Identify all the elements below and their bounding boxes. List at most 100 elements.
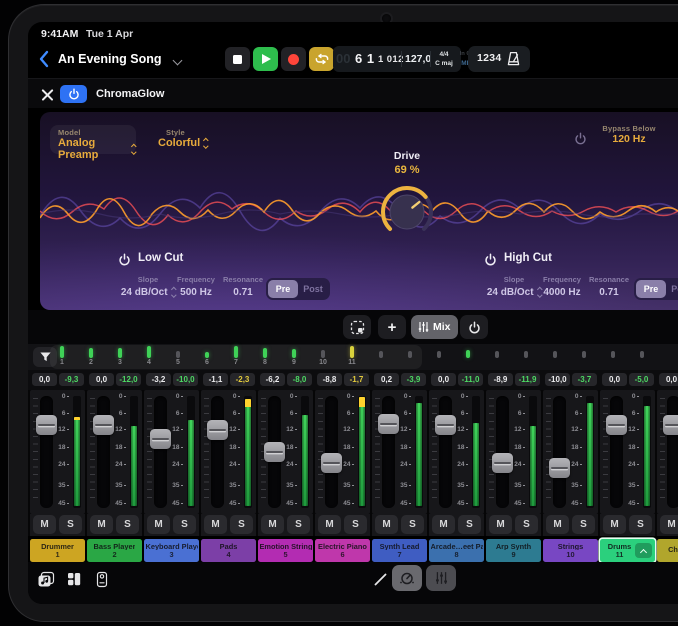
volume-readout[interactable]: -6,2	[260, 373, 285, 386]
fader-handle[interactable]	[264, 442, 285, 462]
marquee-button[interactable]	[343, 315, 371, 339]
volume-readout[interactable]: 0,0	[602, 373, 627, 386]
peak-readout[interactable]: -3,9	[401, 373, 426, 386]
count-in-button[interactable]: 1234	[477, 52, 502, 64]
controls-view-button[interactable]	[392, 565, 422, 591]
lcd-display[interactable]: 00 6 1 1 012 127,0 4/4 C maj In Out MIDI	[333, 46, 461, 72]
peak-readout[interactable]: -5,0	[629, 373, 654, 386]
record-button[interactable]	[281, 47, 306, 71]
mute-button[interactable]: M	[432, 515, 455, 534]
high-cut-resonance[interactable]: Resonance 0.71	[581, 275, 637, 298]
pre-button[interactable]: Pre	[636, 280, 666, 298]
track-label[interactable]: Electric Piano6	[315, 539, 370, 562]
pencil-button[interactable]	[368, 567, 392, 591]
solo-button[interactable]: S	[515, 515, 538, 534]
volume-readout[interactable]: -8,9	[488, 373, 513, 386]
track-label[interactable]: Arp Synth9	[486, 539, 541, 562]
solo-button[interactable]: S	[287, 515, 310, 534]
solo-button[interactable]: S	[59, 515, 82, 534]
solo-button[interactable]: S	[116, 515, 139, 534]
peak-readout[interactable]: -12,0	[116, 373, 141, 386]
track-label[interactable]: Synth Lead7	[372, 539, 427, 562]
fader-handle[interactable]	[549, 458, 570, 478]
mute-button[interactable]: M	[375, 515, 398, 534]
fader-handle[interactable]	[492, 453, 513, 473]
peak-readout[interactable]: -10,0	[173, 373, 198, 386]
cycle-button[interactable]	[309, 47, 334, 71]
track-label[interactable]: Drummer1	[30, 539, 85, 562]
style-selector[interactable]: Style Colorful	[152, 125, 222, 154]
peak-readout[interactable]: -1,7	[344, 373, 369, 386]
solo-button[interactable]: S	[458, 515, 481, 534]
metronome-icon[interactable]	[506, 51, 521, 67]
drive-knob[interactable]	[379, 184, 435, 240]
track-label[interactable]: Chorus V	[657, 539, 678, 562]
bypass-power-button[interactable]	[574, 132, 587, 150]
peak-readout[interactable]: -8,0	[287, 373, 312, 386]
volume-readout[interactable]: 0,2	[374, 373, 399, 386]
solo-button[interactable]: S	[401, 515, 424, 534]
solo-button[interactable]: S	[173, 515, 196, 534]
solo-button[interactable]: S	[344, 515, 367, 534]
mute-button[interactable]: M	[603, 515, 626, 534]
track-label[interactable]: Drums11	[600, 539, 655, 562]
fader-handle[interactable]	[207, 420, 228, 440]
mute-button[interactable]: M	[33, 515, 56, 534]
pre-button[interactable]: Pre	[268, 280, 298, 298]
track-label[interactable]: Emotion Strings5	[258, 539, 313, 562]
track-label[interactable]: Strings10	[543, 539, 598, 562]
fader-handle[interactable]	[663, 415, 678, 435]
volume-readout[interactable]: 0,0	[89, 373, 114, 386]
mute-button[interactable]: M	[261, 515, 284, 534]
song-title[interactable]: An Evening Song	[58, 52, 161, 66]
blocks-button[interactable]	[62, 567, 86, 591]
plugin-power-button[interactable]	[60, 85, 87, 103]
volume-readout[interactable]: 0,0	[32, 373, 57, 386]
back-icon[interactable]	[38, 50, 50, 68]
volume-readout[interactable]: -1,1	[203, 373, 228, 386]
track-label[interactable]: Bass Player2	[87, 539, 142, 562]
peak-readout[interactable]: -2,3	[230, 373, 255, 386]
peak-readout[interactable]: -3,7	[572, 373, 597, 386]
mute-button[interactable]: M	[90, 515, 113, 534]
track-label[interactable]: Pads4	[201, 539, 256, 562]
low-cut-resonance[interactable]: Resonance 0.71	[215, 275, 271, 298]
solo-button[interactable]: S	[572, 515, 595, 534]
volume-readout[interactable]: 0,0	[659, 373, 678, 386]
bypass-below-control[interactable]: Bypass Below 120 Hz	[590, 124, 668, 145]
fader-handle[interactable]	[606, 415, 627, 435]
mute-button[interactable]: M	[318, 515, 341, 534]
high-cut-power-button[interactable]	[484, 253, 497, 271]
volume-readout[interactable]: -10,0	[545, 373, 570, 386]
add-channel-button[interactable]: +	[378, 315, 406, 339]
fader-handle[interactable]	[36, 415, 57, 435]
fader-handle[interactable]	[321, 453, 342, 473]
solo-button[interactable]: S	[629, 515, 652, 534]
collapse-chevron-button[interactable]	[635, 543, 652, 558]
post-button[interactable]: Post	[666, 280, 678, 298]
fader-handle[interactable]	[93, 415, 114, 435]
plugin-tile-button[interactable]	[90, 567, 114, 591]
model-selector[interactable]: Model Analog Preamp	[50, 125, 136, 154]
faders-view-button[interactable]	[426, 565, 456, 591]
peak-readout[interactable]: -9,3	[59, 373, 84, 386]
peak-readout[interactable]: -11,9	[515, 373, 540, 386]
close-icon[interactable]	[41, 88, 54, 101]
fader-handle[interactable]	[378, 414, 399, 434]
fader-handle[interactable]	[150, 429, 171, 449]
volume-readout[interactable]: -3,2	[146, 373, 171, 386]
stop-button[interactable]	[225, 47, 250, 71]
volume-readout[interactable]: -8,8	[317, 373, 342, 386]
post-button[interactable]: Post	[298, 280, 328, 298]
browser-button[interactable]	[34, 567, 58, 591]
track-label[interactable]: Keyboard Player3	[144, 539, 199, 562]
mute-button[interactable]: M	[546, 515, 569, 534]
chevron-down-icon[interactable]	[173, 56, 183, 66]
volume-readout[interactable]: 0,0	[431, 373, 456, 386]
mute-button[interactable]: M	[204, 515, 227, 534]
fader-handle[interactable]	[435, 415, 456, 435]
mute-button[interactable]: M	[660, 515, 678, 534]
mute-button[interactable]: M	[489, 515, 512, 534]
track-label[interactable]: Arcade…eet Pad8	[429, 539, 484, 562]
peak-readout[interactable]: -11,0	[458, 373, 483, 386]
